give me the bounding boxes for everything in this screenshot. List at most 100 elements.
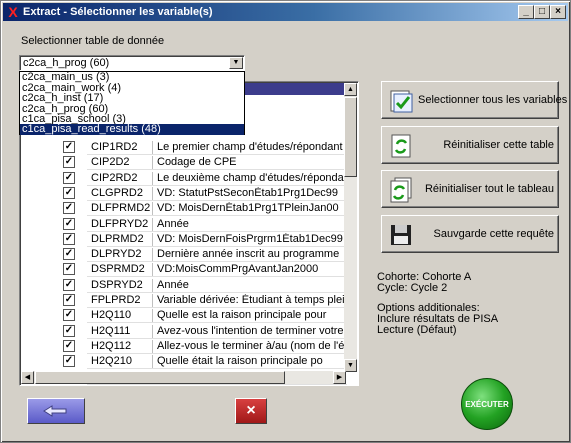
variable-description: VD:MoisCommPrgAvantJan2000	[157, 263, 319, 276]
variable-code: DLFPRMD2	[91, 202, 153, 217]
table-row[interactable]: ✓H2Q309Quel est ou quel était votre cham…	[21, 384, 347, 385]
dropdown-option-selected[interactable]: c1ca_pisa_read_results (48)	[20, 124, 244, 135]
cancel-x-icon: ×	[246, 402, 256, 419]
variable-description: Allez-vous le terminer à/au (nom de l'ét	[157, 339, 345, 352]
table-row[interactable]: ✓ H2Q210 Quelle était la raison principale…	[21, 353, 347, 370]
app-x-icon: X	[8, 4, 18, 20]
refresh-stack-icon	[390, 177, 412, 203]
chevron-down-icon[interactable]: ▼	[229, 57, 243, 69]
reset-all-label: Réinitialiser tout le tableau	[424, 183, 554, 195]
select-all-button[interactable]: Selectionner tous les variables	[381, 81, 568, 119]
back-button[interactable]	[27, 398, 85, 424]
table-select-label: Selectionner table de donnée	[21, 35, 165, 47]
select-all-label: Selectionner tous les variables	[418, 94, 568, 106]
variable-description: VD: StatutPstSeconÈtab1Prg1Dec99	[157, 186, 338, 199]
table-row[interactable]: ✓ DSPRYD2 Année	[21, 277, 347, 293]
variable-code: H2Q210	[91, 355, 153, 370]
row-checkbox[interactable]: ✓	[63, 156, 75, 169]
variable-code: DLPRYD2	[91, 248, 153, 263]
reset-table-button[interactable]: Réinitialiser cette table	[381, 126, 559, 164]
row-checkbox[interactable]: ✓	[63, 278, 75, 291]
maximize-button[interactable]: □	[534, 5, 550, 19]
save-query-button[interactable]: Sauvgarde cette requête	[381, 215, 559, 253]
variable-code: H2Q112	[91, 339, 153, 354]
table-row[interactable]: ✓ DLFPRMD2 VD: MoisDernÉtab1Prg1TPleinJan0…	[21, 200, 347, 217]
close-button[interactable]: ×	[550, 5, 566, 19]
table-row[interactable]: ✓ H2Q110 Quelle est la raison principale p…	[21, 307, 347, 324]
horizontal-scrollbar[interactable]: ◀ ▶	[21, 371, 346, 384]
title-bar: X Extract - Sélectionner les variable(s)…	[3, 3, 568, 21]
execute-button[interactable]: EXÉCUTER	[461, 378, 513, 430]
scroll-up-icon[interactable]: ▲	[344, 83, 357, 96]
cycle-text: Cycle: Cycle 2	[377, 282, 448, 294]
reset-table-label: Réinitialiser cette table	[443, 139, 554, 151]
scroll-right-icon[interactable]: ▶	[333, 371, 346, 384]
variable-code: FPLPRD2	[91, 294, 153, 308]
variable-code: DSPRYD2	[91, 278, 153, 293]
table-row[interactable]: ✓ CLGPRD2 VD: StatutPstSeconÈtab1Prg1Dec99	[21, 185, 347, 201]
variable-code: H2Q111	[91, 324, 153, 339]
variable-description: Avez-vous l'intention de terminer votre	[157, 324, 344, 337]
table-row[interactable]: ✓ FPLPRD2 Variable dérivée: Étudiant à tem…	[21, 292, 347, 308]
variable-description: Le deuxième champ d'études/répondant	[157, 171, 345, 184]
back-arrow-icon	[43, 405, 67, 417]
variable-code: CIP2D2	[91, 156, 153, 171]
variable-description: VD: MoisDernFoisPrgrm1Étab1Dec99	[157, 232, 343, 245]
variable-code: DSPRMD2	[91, 263, 153, 278]
variable-description: Codage de CPE	[157, 156, 237, 169]
variable-description: Le premier champ d'études/répondant	[157, 141, 343, 153]
table-row[interactable]: ✓ CIP2RD2 Le deuxième champ d'études/répon…	[21, 170, 347, 186]
row-checkbox[interactable]: ✓	[63, 294, 75, 306]
extract-window: X Extract - Sélectionner les variable(s)…	[0, 0, 571, 443]
row-checkbox[interactable]: ✓	[63, 309, 75, 322]
variable-code: H2Q110	[91, 309, 153, 324]
table-select-value: c2ca_h_prog (60)	[23, 57, 110, 69]
table-row[interactable]: ✓ DLFPRYD2 Année	[21, 216, 347, 232]
horizontal-scroll-thumb[interactable]	[35, 371, 285, 384]
reset-all-button[interactable]: Réinitialiser tout le tableau	[381, 170, 559, 208]
variable-code: CLGPRD2	[91, 186, 153, 201]
table-row[interactable]: ✓ CIP1RD2 Le premier champ d'études/répond…	[21, 139, 347, 155]
table-row[interactable]: ✓ H2Q112 Allez-vous le terminer à/au (nom …	[21, 338, 347, 354]
variable-description: Quelle était la raison principale po	[157, 355, 323, 368]
row-checkbox[interactable]: ✓	[63, 324, 75, 337]
row-checkbox[interactable]: ✓	[63, 141, 75, 153]
row-checkbox[interactable]: ✓	[63, 202, 75, 215]
cancel-button[interactable]: ×	[235, 398, 267, 424]
variable-code: CIP1RD2	[91, 141, 153, 155]
floppy-disk-icon	[391, 225, 411, 245]
table-row[interactable]: ✓ DLPRYD2 Dernière année inscrit au progra…	[21, 246, 347, 263]
row-checkbox[interactable]: ✓	[63, 339, 75, 352]
table-row[interactable]: ✓ DSPRMD2 VD:MoisCommPrgAvantJan2000	[21, 261, 347, 278]
row-checkbox[interactable]: ✓	[63, 248, 75, 261]
save-query-label: Sauvgarde cette requête	[433, 228, 554, 240]
refresh-icon	[391, 134, 411, 158]
checklist-icon	[390, 90, 413, 113]
vertical-scroll-thumb[interactable]	[344, 97, 357, 177]
variable-description: Dernière année inscrit au programme	[157, 248, 340, 261]
row-checkbox[interactable]: ✓	[63, 263, 75, 276]
window-title: Extract - Sélectionner les variable(s)	[23, 6, 213, 18]
row-checkbox[interactable]: ✓	[63, 232, 75, 245]
row-checkbox[interactable]: ✓	[63, 217, 75, 230]
table-dropdown-list[interactable]: c2ca_main_us (3) c2ca_main_work (4) c2ca…	[19, 71, 245, 135]
vertical-scrollbar[interactable]: ▲ ▼	[344, 83, 357, 372]
table-row[interactable]: ✓ H2Q111 Avez-vous l'intention de terminer…	[21, 323, 347, 339]
variable-description: Variable dérivée: Étudiant à temps plei	[157, 294, 345, 306]
row-checkbox[interactable]: ✓	[63, 186, 75, 199]
variable-code: DLFPRYD2	[91, 217, 153, 232]
table-row[interactable]: ✓ CIP2D2 Codage de CPE	[21, 154, 347, 171]
table-select[interactable]: c2ca_h_prog (60) ▼	[19, 55, 245, 71]
variable-description: Année	[157, 278, 189, 291]
row-checkbox[interactable]: ✓	[63, 355, 75, 368]
table-row[interactable]: ✓ DLPRMD2 VD: MoisDernFoisPrgrm1Étab1Dec99	[21, 231, 347, 247]
scroll-left-icon[interactable]: ◀	[21, 371, 34, 384]
variable-description: Année	[157, 217, 189, 230]
variable-description: VD: MoisDernÉtab1Prg1TPleinJan00	[157, 202, 339, 215]
row-checkbox[interactable]: ✓	[63, 171, 75, 184]
minimize-button[interactable]: _	[518, 5, 534, 19]
variable-description: Quelle est la raison principale pour	[157, 309, 327, 322]
variable-code: DLPRMD2	[91, 232, 153, 247]
options-line-2: Lecture (Défaut)	[377, 324, 457, 336]
variable-code: CIP2RD2	[91, 171, 153, 186]
